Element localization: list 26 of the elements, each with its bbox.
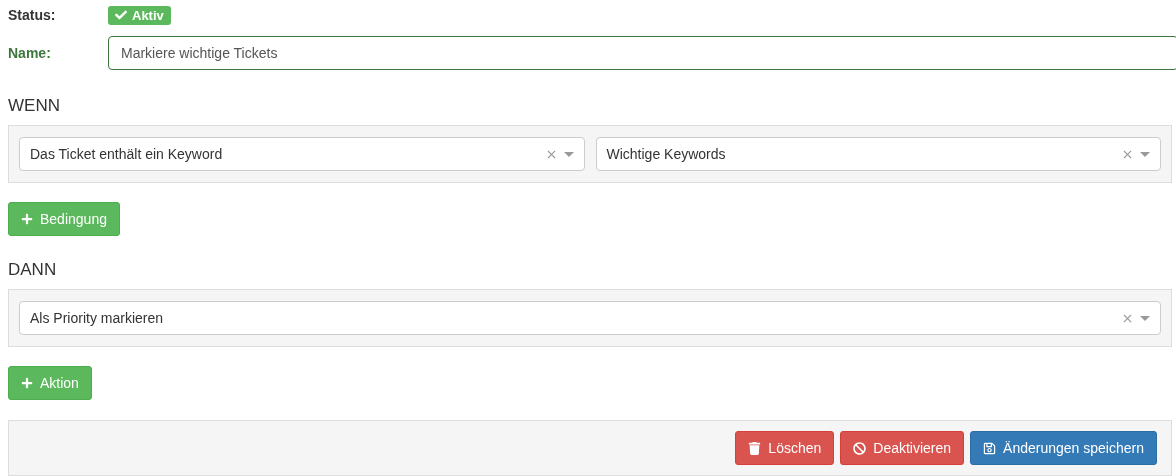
section-heading: DANN	[8, 260, 58, 280]
clear-icon[interactable]	[1123, 313, 1132, 323]
delete-button[interactable]: Löschen	[735, 431, 835, 465]
save-icon	[983, 441, 997, 455]
add-button[interactable]: Bedingung	[8, 202, 120, 236]
status-badge: Aktiv	[108, 5, 171, 25]
name-field[interactable]: Markiere wichtige Tickets	[108, 36, 1176, 70]
caret-icon[interactable]	[563, 151, 574, 157]
check-icon	[115, 9, 127, 21]
plus-icon	[21, 377, 33, 389]
ban-icon	[853, 441, 867, 455]
status-label: Status:	[8, 7, 57, 23]
clear-icon[interactable]	[546, 149, 556, 159]
plus-icon	[21, 213, 33, 225]
caret-icon[interactable]	[1140, 151, 1150, 157]
save-button[interactable]: Änderungen speichern	[970, 431, 1157, 465]
trash-icon	[748, 441, 762, 455]
select-field[interactable]: Das Ticket enthält ein Keyword	[19, 137, 585, 171]
clear-icon[interactable]	[1123, 149, 1132, 159]
caret-icon[interactable]	[1140, 315, 1150, 321]
select-field[interactable]: Wichtige Keywords	[595, 137, 1161, 171]
deactivate-button[interactable]: Deaktivieren	[840, 431, 965, 465]
name-label: Name:	[8, 45, 52, 61]
select-field[interactable]: Als Priority markieren	[19, 301, 1161, 335]
add-button[interactable]: Aktion	[8, 366, 92, 400]
section-heading: WENN	[8, 96, 61, 116]
